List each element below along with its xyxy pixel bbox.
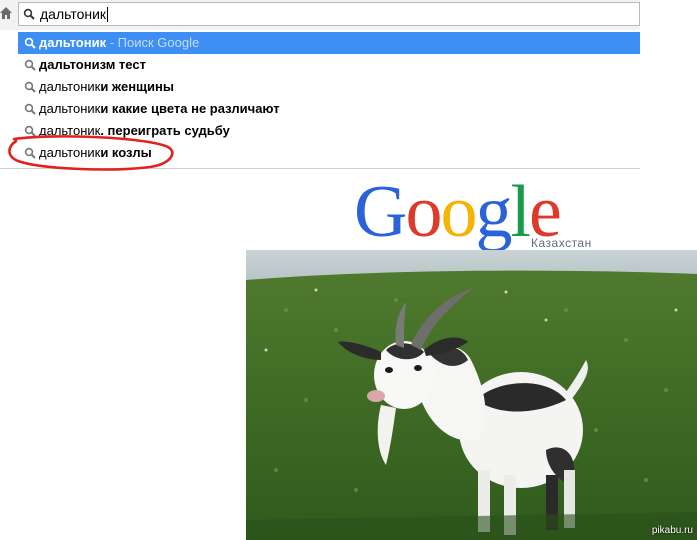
search-icon <box>24 59 36 71</box>
search-icon <box>24 103 36 115</box>
suggestion-item[interactable]: дальтоники козлы <box>18 142 640 164</box>
logo-letter: l <box>510 171 531 253</box>
search-icon <box>24 81 36 93</box>
search-icon <box>24 125 36 137</box>
suggestion-item[interactable]: дальтоник - Поиск Google <box>18 32 640 54</box>
google-logo: Google <box>354 171 562 253</box>
suggestion-item[interactable]: дальтонизм тест <box>18 54 640 76</box>
search-icon <box>24 147 36 159</box>
logo-letter: G <box>354 171 407 253</box>
suggestion-label: дальтоники женщины <box>39 79 174 94</box>
logo-letter: g <box>475 171 512 253</box>
suggestion-label: дальтоники козлы <box>39 145 152 160</box>
omnibox-value: дальтоник <box>40 6 109 22</box>
search-icon <box>24 37 36 49</box>
suggestion-item[interactable]: дальтоники какие цвета не различают <box>18 98 640 120</box>
logo-letter: o <box>405 171 442 253</box>
watermark: pikabu.ru <box>651 525 693 536</box>
logo-letter: o <box>440 171 477 253</box>
suggestion-item[interactable]: дальтоник. переиграть судьбу <box>18 120 640 142</box>
home-icon[interactable] <box>0 6 12 20</box>
suggestion-label: дальтонизм тест <box>39 57 146 72</box>
goat-illustration <box>246 250 697 540</box>
suggestion-label: дальтоники какие цвета не различают <box>39 101 280 116</box>
goat-photo: pikabu.ru <box>246 250 697 540</box>
suggestion-dropdown: дальтоник - Поиск Google дальтонизм тест… <box>0 30 640 169</box>
browser-toolbar: дальтоник <box>0 0 640 30</box>
google-region-label: Казахстан <box>531 236 592 250</box>
search-icon <box>23 8 35 20</box>
suggestion-label: дальтоник - Поиск Google <box>39 35 200 50</box>
suggestion-label: дальтоник. переиграть судьбу <box>39 123 230 138</box>
omnibox-input[interactable]: дальтоник <box>18 2 640 26</box>
suggestion-item[interactable]: дальтоники женщины <box>18 76 640 98</box>
